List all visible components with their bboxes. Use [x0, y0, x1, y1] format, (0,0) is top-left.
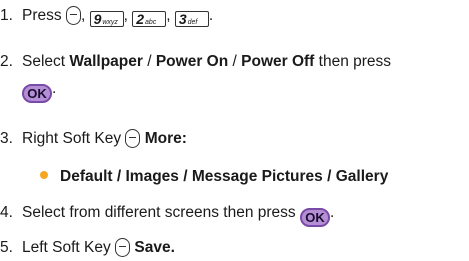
option-images: Images [125, 168, 179, 185]
step-1: 1. Press , 9wxyz, 2abc, 3def. [0, 6, 214, 27]
option-message-pictures: Message Pictures [191, 168, 323, 185]
step-text: Select from different screens then press [22, 204, 296, 221]
bullet-dot-icon [40, 171, 48, 179]
option-wallpaper: Wallpaper [69, 53, 143, 70]
right-soft-key-icon [125, 129, 141, 148]
step-number: 5. [0, 239, 13, 256]
bullet-item: Default / Images / Message Pictures / Ga… [40, 167, 388, 187]
step-number: 4. [0, 204, 13, 221]
step-number: 1. [0, 7, 13, 24]
step-text: Select [22, 53, 66, 70]
left-soft-key-icon [115, 238, 131, 257]
step-5: 5. Left Soft Key Save. [0, 238, 175, 258]
step-2: 2. Select Wallpaper / Power On / Power Of… [0, 53, 392, 70]
step-number: 2. [0, 53, 13, 70]
step-3: 3. Right Soft Key More: [0, 129, 187, 149]
option-gallery: Gallery [335, 168, 389, 185]
step-text: Press [22, 7, 62, 24]
instruction-list: 1. Press , 9wxyz, 2abc, 3def. 2. Select Wa… [0, 6, 392, 258]
step-text: Left Soft Key [22, 239, 111, 256]
option-save: Save. [134, 239, 175, 256]
step-number: 3. [0, 130, 13, 147]
option-more: More: [144, 130, 187, 147]
key-3-icon: 3def [174, 11, 209, 27]
key-9-icon: 9wxyz [89, 11, 124, 27]
step-text: Right Soft Key [22, 130, 122, 147]
key-2-icon: 2abc [132, 11, 167, 27]
option-power-on: Power On [155, 53, 229, 70]
ok-key-icon: OK [300, 208, 330, 227]
ok-key-icon: OK [22, 84, 52, 103]
option-default: Default [60, 168, 113, 185]
option-power-off: Power Off [241, 53, 315, 70]
soft-key-icon [65, 6, 81, 25]
step-4: 4. Select from different screens then pre… [0, 204, 335, 227]
